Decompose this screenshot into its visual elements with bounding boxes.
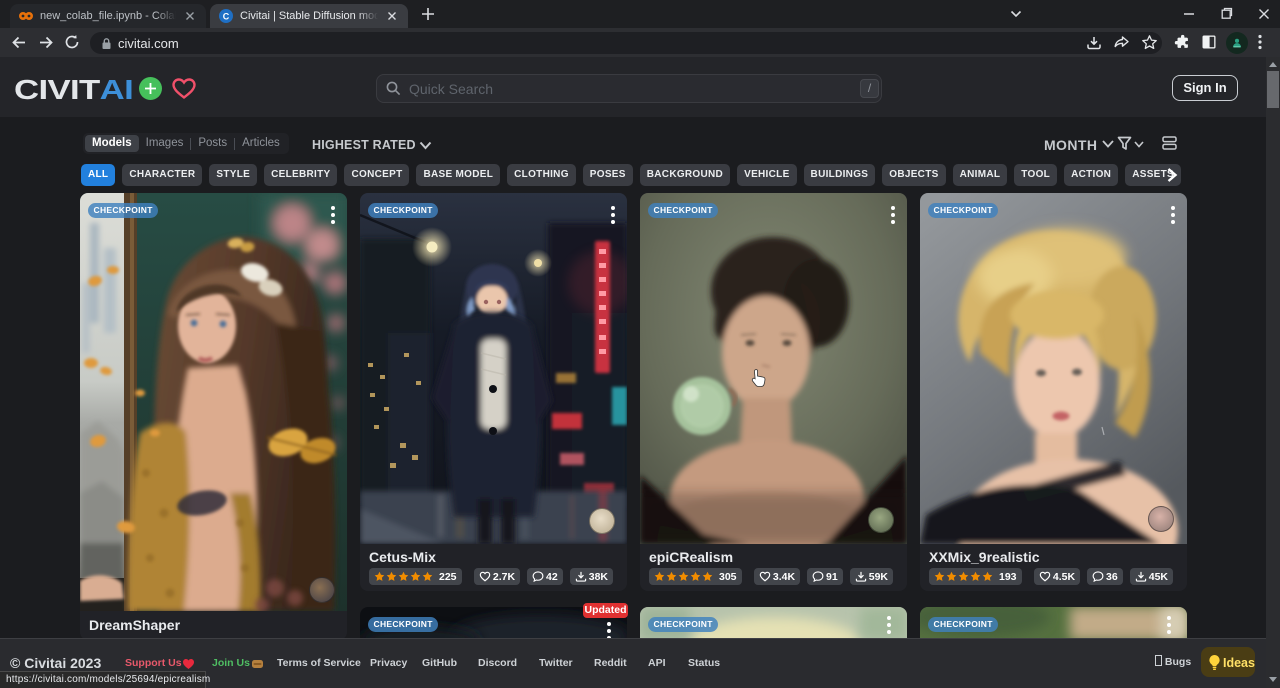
- svg-text:C: C: [223, 11, 230, 21]
